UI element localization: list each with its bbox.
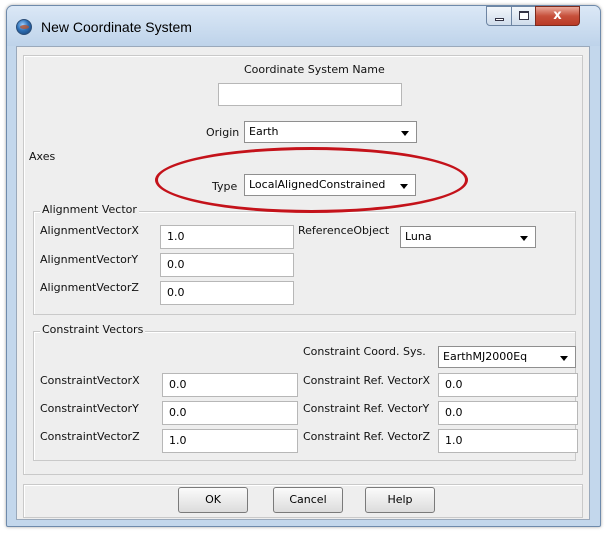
constraint-vector-z-label: ConstraintVectorZ <box>40 430 140 443</box>
close-button[interactable]: x <box>535 6 580 26</box>
alignment-vector-x-label: AlignmentVectorX <box>40 224 139 237</box>
alignment-vector-y-input[interactable]: 0.0 <box>160 253 294 277</box>
dialog-content: Coordinate System Name Origin Earth Axes… <box>16 46 590 520</box>
window-title: New Coordinate System <box>41 19 192 35</box>
constraint-vector-z-input[interactable]: 1.0 <box>162 429 298 453</box>
app-globe-icon <box>16 19 32 35</box>
reference-object-value: Luna <box>405 230 432 243</box>
reference-object-dropdown[interactable]: Luna <box>400 226 536 248</box>
constraint-ref-vector-x-label: Constraint Ref. VectorX <box>303 374 431 387</box>
alignment-vector-title: Alignment Vector <box>40 203 139 216</box>
maximize-button[interactable] <box>511 6 536 26</box>
constraint-coord-sys-dropdown[interactable]: EarthMJ2000Eq <box>438 346 576 368</box>
alignment-vector-y-label: AlignmentVectorY <box>40 253 139 266</box>
help-button[interactable]: Help <box>365 487 435 513</box>
constraint-vector-y-input[interactable]: 0.0 <box>162 401 298 425</box>
cancel-button[interactable]: Cancel <box>273 487 343 513</box>
constraint-vector-x-label: ConstraintVectorX <box>40 374 140 387</box>
maximize-icon <box>519 11 529 20</box>
constraint-vectors-title: Constraint Vectors <box>40 323 146 336</box>
alignment-vector-z-label: AlignmentVectorZ <box>40 281 139 294</box>
chevron-down-icon <box>560 356 568 361</box>
alignment-vector-z-input[interactable]: 0.0 <box>160 281 294 305</box>
constraint-vector-y-label: ConstraintVectorY <box>40 402 139 415</box>
type-value: LocalAlignedConstrained <box>249 178 386 191</box>
chevron-down-icon <box>400 184 408 189</box>
title-bar[interactable]: New Coordinate System x <box>7 6 600 46</box>
origin-dropdown[interactable]: Earth <box>244 121 417 143</box>
dialog-window: New Coordinate System x Coordinate Syste… <box>6 5 601 527</box>
constraint-ref-vector-y-label: Constraint Ref. VectorY <box>303 402 430 415</box>
constraint-ref-vector-y-input[interactable]: 0.0 <box>438 401 578 425</box>
constraint-ref-vector-z-input[interactable]: 1.0 <box>438 429 578 453</box>
ok-button[interactable]: OK <box>178 487 248 513</box>
constraint-vector-x-input[interactable]: 0.0 <box>162 373 298 397</box>
constraint-ref-vector-z-label: Constraint Ref. VectorZ <box>303 430 431 443</box>
minimize-icon <box>495 18 504 21</box>
coordinate-system-name-label: Coordinate System Name <box>244 63 385 76</box>
reference-object-label: ReferenceObject <box>298 224 390 237</box>
constraint-ref-vector-x-input[interactable]: 0.0 <box>438 373 578 397</box>
type-label: Type <box>212 180 238 193</box>
origin-value: Earth <box>249 125 279 138</box>
constraint-coord-sys-value: EarthMJ2000Eq <box>443 350 528 363</box>
constraint-coord-sys-label: Constraint Coord. Sys. <box>303 345 426 358</box>
axes-label: Axes <box>29 150 56 163</box>
close-icon: x <box>553 8 562 23</box>
type-dropdown[interactable]: LocalAlignedConstrained <box>244 174 416 196</box>
chevron-down-icon <box>401 131 409 136</box>
minimize-button[interactable] <box>486 6 512 26</box>
origin-label: Origin <box>206 126 240 139</box>
chevron-down-icon <box>520 236 528 241</box>
coordinate-system-name-input[interactable] <box>218 83 402 106</box>
alignment-vector-x-input[interactable]: 1.0 <box>160 225 294 249</box>
